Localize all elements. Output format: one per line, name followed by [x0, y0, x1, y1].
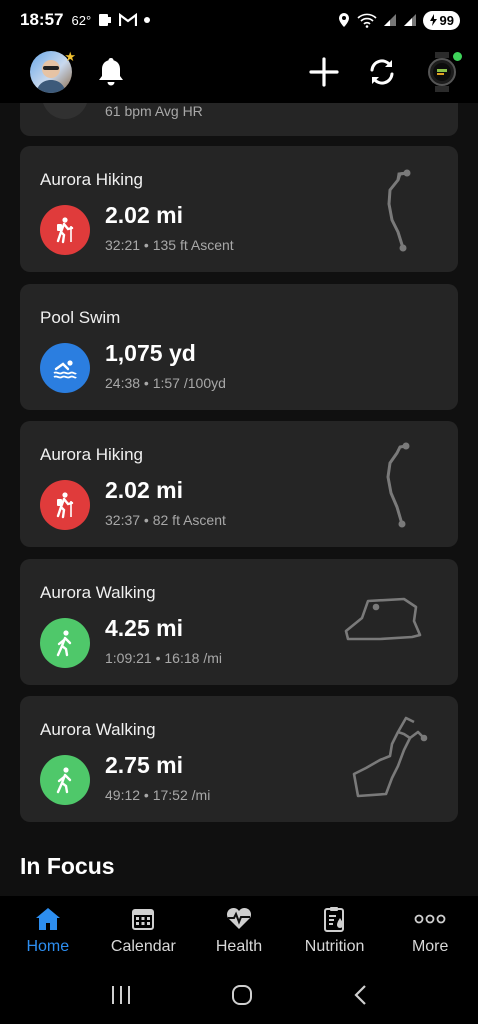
more-icon — [414, 914, 446, 924]
plus-icon[interactable] — [308, 56, 340, 88]
signal-icon — [383, 14, 396, 26]
bell-icon[interactable] — [96, 56, 126, 88]
home-circle-icon[interactable] — [231, 984, 253, 1006]
status-time: 18:57 — [20, 10, 64, 29]
hiking-icon — [40, 205, 90, 255]
nav-calendar[interactable]: Calendar — [96, 896, 192, 966]
route-map — [352, 716, 428, 798]
activity-stats: 24:38 • 1:57 /100yd — [105, 375, 226, 391]
calendar-icon — [132, 909, 155, 930]
header-actions — [308, 51, 462, 92]
wifi-icon — [356, 13, 377, 28]
back-icon[interactable] — [352, 984, 368, 1006]
route-map — [386, 442, 410, 528]
activity-distance: 2.75 mi — [105, 752, 183, 778]
activity-title: Pool Swim — [40, 308, 121, 327]
activity-stats: 32:21 • 135 ft Ascent — [105, 237, 234, 253]
nav-home[interactable]: Home — [0, 896, 96, 966]
gmail-icon — [119, 13, 138, 26]
activity-title: Aurora Walking — [40, 583, 156, 602]
watch-connected-indicator — [453, 51, 462, 61]
walking-icon — [40, 618, 90, 668]
status-temperature: 62° — [71, 12, 92, 28]
sync-icon[interactable] — [366, 56, 398, 88]
walking-icon — [40, 755, 90, 805]
nav-label: Health — [215, 938, 263, 955]
activity-distance: 4.25 mi — [105, 615, 183, 641]
dot-icon — [144, 17, 151, 23]
nav-more[interactable]: More — [382, 896, 478, 966]
system-navigation — [0, 966, 478, 1024]
nav-label: More — [411, 938, 449, 955]
activity-icon — [42, 103, 88, 119]
activity-feed[interactable]: 61 bpm Avg HR Aurora Hiking 2.02 mi 32:2… — [0, 103, 478, 896]
activity-card[interactable]: Pool Swim 1,075 yd 24:38 • 1:57 /100yd — [20, 284, 458, 410]
nav-label: Calendar — [110, 938, 176, 955]
route-map — [387, 169, 411, 252]
watch-icon[interactable] — [424, 51, 462, 92]
section-title-in-focus: In Focus — [20, 853, 115, 879]
activity-distance: 2.02 mi — [105, 477, 183, 503]
nav-label: Home — [26, 938, 70, 955]
activity-stats: 49:12 • 17:52 /mi — [105, 787, 211, 803]
recents-icon[interactable] — [110, 985, 132, 1005]
activity-distance: 2.02 mi — [105, 202, 183, 228]
activity-title: Aurora Hiking — [40, 170, 143, 189]
signal-icon — [403, 14, 416, 26]
nutrition-icon — [323, 907, 344, 932]
activity-distance: 1,075 yd — [105, 340, 196, 366]
activity-card[interactable]: Aurora Hiking 2.02 mi 32:37 • 82 ft Asce… — [20, 421, 458, 547]
bottom-navigation: Home Calendar Health Nutrition More — [0, 896, 478, 966]
route-map — [344, 597, 422, 641]
hiking-icon — [40, 480, 90, 530]
home-icon — [35, 908, 60, 930]
star-icon: ★ — [64, 48, 76, 64]
system-icons: 99 — [337, 10, 460, 30]
battery-indicator: 99 — [422, 10, 460, 30]
activity-card[interactable]: Aurora Hiking 2.02 mi 32:21 • 135 ft Asc… — [20, 146, 458, 272]
activity-card[interactable]: Aurora Walking 2.75 mi 49:12 • 17:52 /mi — [20, 696, 458, 822]
activity-stats: 32:37 • 82 ft Ascent — [105, 512, 226, 528]
activity-stats: 61 bpm Avg HR — [105, 103, 203, 119]
battery-level: 99 — [439, 12, 454, 28]
activity-stats: 1:09:21 • 16:18 /mi — [105, 650, 222, 666]
health-icon — [226, 907, 252, 929]
photo-icon — [99, 14, 112, 26]
activity-title: Aurora Hiking — [40, 445, 143, 464]
notification-icons — [97, 12, 151, 28]
nav-health[interactable]: Health — [191, 896, 287, 966]
location-icon — [338, 13, 349, 27]
swim-icon — [40, 343, 90, 393]
nav-nutrition[interactable]: Nutrition — [287, 896, 383, 966]
nav-label: Nutrition — [304, 938, 365, 955]
battery-icon — [429, 14, 437, 26]
activity-card-partial[interactable]: 61 bpm Avg HR — [20, 103, 458, 136]
app-header: ★ — [0, 40, 478, 103]
avatar[interactable]: ★ — [30, 49, 76, 93]
activity-card[interactable]: Aurora Walking 4.25 mi 1:09:21 • 16:18 /… — [20, 559, 458, 685]
activity-title: Aurora Walking — [40, 720, 156, 739]
status-bar: 18:57 62° 99 — [0, 0, 478, 40]
